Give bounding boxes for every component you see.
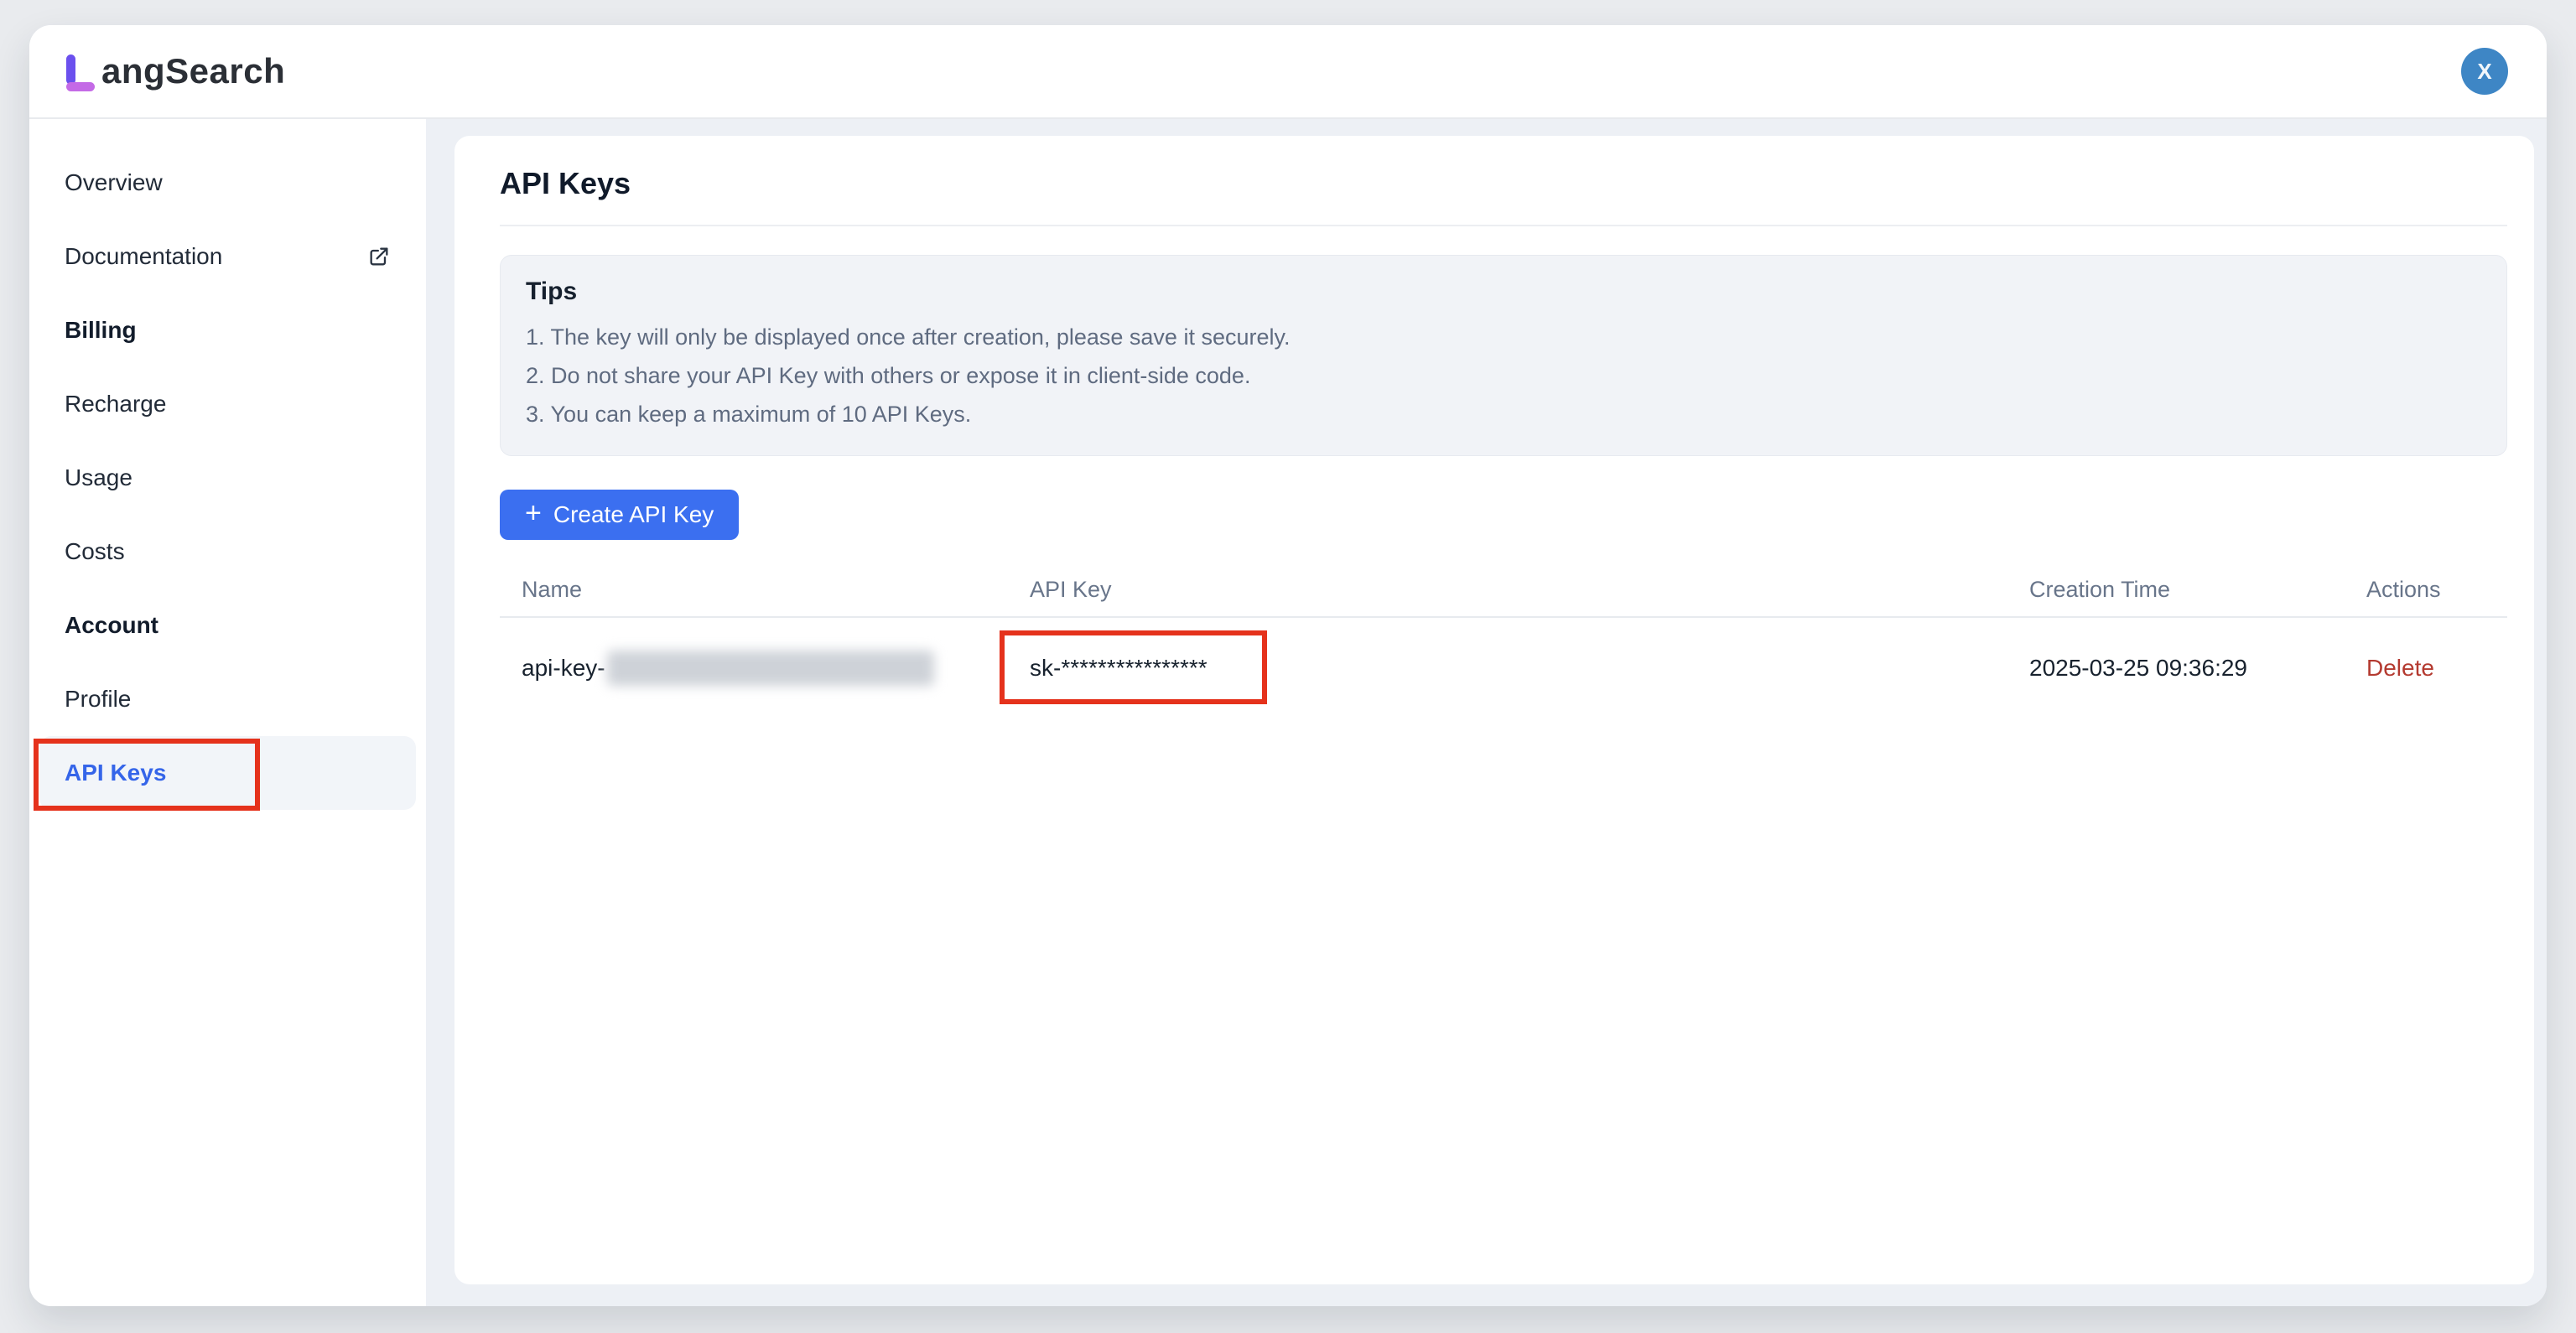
sidebar-section-account: Account [29, 589, 426, 662]
tips-box: Tips 1. The key will only be displayed o… [500, 255, 2507, 456]
avatar-letter: X [2477, 59, 2491, 85]
sidebar-section-label: Billing [65, 317, 137, 344]
creation-time-cell: 2025-03-25 09:36:29 [2029, 617, 2366, 718]
brand-l-icon [65, 51, 98, 91]
key-name-prefix: api-key- [522, 655, 605, 682]
sidebar-item-label: Costs [65, 538, 125, 565]
sidebar-item-label: Profile [65, 686, 131, 713]
key-name-cell: api-key- [500, 617, 1030, 718]
sidebar-item-label: Recharge [65, 391, 166, 418]
column-header-name: Name [500, 563, 1030, 617]
sidebar-item-label: Documentation [65, 243, 222, 270]
sidebar-item-label: Usage [65, 464, 132, 491]
sidebar-item-costs[interactable]: Costs [29, 515, 426, 589]
sidebar-item-label: Overview [65, 169, 163, 196]
create-api-key-button[interactable]: + Create API Key [500, 490, 739, 540]
delete-link[interactable]: Delete [2366, 655, 2434, 681]
sidebar-item-documentation[interactable]: Documentation [29, 220, 426, 293]
sidebar-item-api-keys[interactable]: API Keys [39, 736, 416, 810]
column-header-creation-time: Creation Time [2029, 563, 2366, 617]
table-header-row: Name API Key Creation Time Actions [500, 563, 2507, 617]
app-window: angSearch X Overview Documentation [29, 25, 2547, 1306]
api-keys-panel: API Keys Tips 1. The key will only be di… [454, 136, 2534, 1284]
masked-api-key: sk-**************** [1030, 655, 1208, 681]
plus-icon: + [525, 499, 542, 527]
sidebar-section-label: Account [65, 612, 158, 639]
top-bar: angSearch X [29, 25, 2547, 119]
user-avatar[interactable]: X [2461, 48, 2508, 95]
create-api-key-label: Create API Key [553, 501, 714, 528]
column-header-api-key: API Key [1030, 563, 2029, 617]
brand-logo[interactable]: angSearch [65, 51, 285, 91]
tips-heading: Tips [526, 277, 2481, 306]
actions-cell: Delete [2366, 617, 2507, 718]
sidebar-item-profile[interactable]: Profile [29, 662, 426, 736]
api-keys-table: Name API Key Creation Time Actions api-k [500, 563, 2507, 718]
sidebar-item-recharge[interactable]: Recharge [29, 367, 426, 441]
redacted-name-blur [607, 651, 934, 686]
tip-item: 3. You can keep a maximum of 10 API Keys… [526, 395, 2481, 433]
sidebar: Overview Documentation Billing [29, 119, 426, 1306]
main-area: API Keys Tips 1. The key will only be di… [426, 119, 2547, 1306]
page-title: API Keys [500, 166, 2507, 201]
brand-wordmark: angSearch [101, 51, 285, 91]
sidebar-item-overview[interactable]: Overview [29, 146, 426, 220]
column-header-actions: Actions [2366, 563, 2507, 617]
page: angSearch X Overview Documentation [0, 0, 2576, 1333]
sidebar-item-usage[interactable]: Usage [29, 441, 426, 515]
api-key-cell: sk-**************** [1030, 617, 2029, 718]
sidebar-section-billing: Billing [29, 293, 426, 367]
tip-item: 2. Do not share your API Key with others… [526, 356, 2481, 395]
table-row: api-key- sk-**************** 2025-03-25 … [500, 617, 2507, 718]
external-link-icon [367, 245, 391, 268]
app-body: Overview Documentation Billing [29, 119, 2547, 1306]
sidebar-item-label: API Keys [65, 760, 166, 786]
tip-item: 1. The key will only be displayed once a… [526, 318, 2481, 356]
title-divider [500, 225, 2507, 226]
